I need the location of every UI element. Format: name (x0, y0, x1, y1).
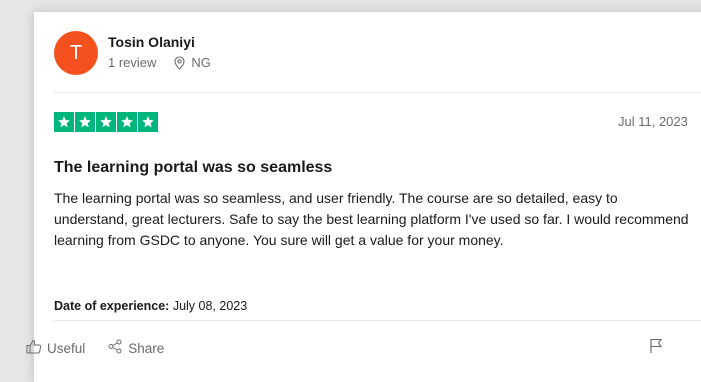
useful-label: Useful (47, 340, 86, 356)
star-icon (54, 112, 74, 132)
avatar[interactable]: T (54, 31, 98, 75)
date-of-experience: Date of experience: July 08, 2023 (54, 299, 247, 313)
star-icon (75, 112, 95, 132)
reviewer-location: NG (191, 55, 211, 70)
thumbs-up-icon (26, 339, 42, 357)
review-actions: Useful Share (26, 339, 164, 357)
reviewer-name[interactable]: Tosin Olaniyi (108, 34, 195, 50)
useful-button[interactable]: Useful (26, 339, 85, 357)
review-date: Jul 11, 2023 (618, 114, 688, 129)
experience-date: July 08, 2023 (172, 299, 248, 313)
star-icon (117, 112, 137, 132)
share-button[interactable]: Share (107, 339, 164, 357)
star-icon (96, 112, 116, 132)
experience-label: Date of experience: (54, 299, 170, 313)
review-title[interactable]: The learning portal was so seamless (54, 159, 332, 177)
location-pin-icon (174, 55, 185, 70)
share-icon (107, 339, 123, 357)
star-icon (138, 112, 158, 132)
review-card: T Tosin Olaniyi 1 review NG Jul 11, 2023… (34, 12, 701, 382)
star-rating (54, 112, 158, 132)
reviewer-meta: 1 review NG (108, 55, 211, 70)
divider (54, 320, 701, 321)
divider (54, 92, 701, 93)
share-label: Share (128, 340, 165, 356)
review-count: 1 review (108, 55, 157, 70)
flag-icon[interactable] (649, 338, 663, 359)
review-body: The learning portal was so seamless, and… (54, 190, 689, 248)
